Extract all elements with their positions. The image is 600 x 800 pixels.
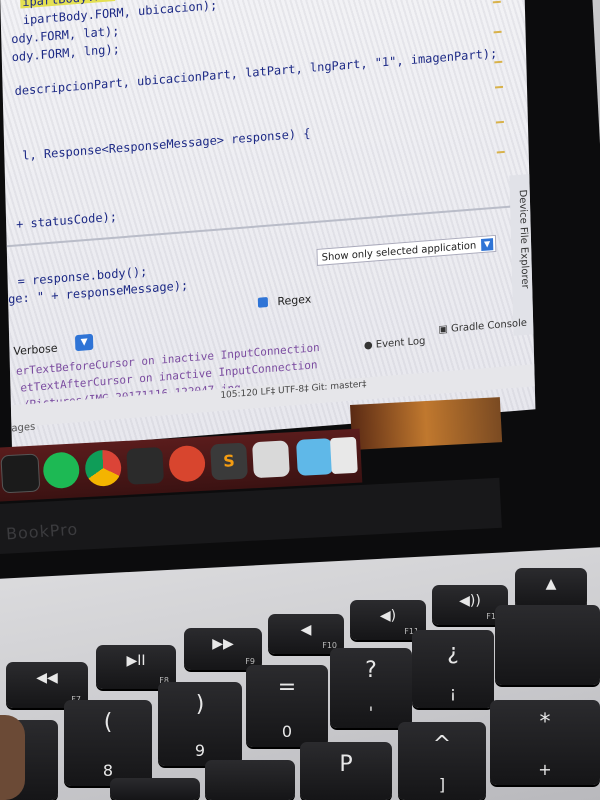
- event-log-tab[interactable]: ● Event Log: [364, 336, 426, 352]
- laptop-screen: ipartBody.FORM, descrip ipartBody.FORM, …: [0, 0, 536, 451]
- fast-forward-icon: ▶▶: [212, 636, 234, 652]
- code-line: + statusCode);: [15, 209, 118, 232]
- rewind-icon: ◀◀: [36, 670, 58, 686]
- editor-gutter-markers: [492, 0, 505, 162]
- eject-icon: ▲: [545, 576, 557, 592]
- hand: [0, 715, 25, 800]
- sublime-text-icon[interactable]: S: [210, 442, 248, 481]
- code-line: l, Response<ResponseMessage> response) {: [22, 126, 311, 163]
- p-key[interactable]: P: [300, 742, 392, 800]
- folder-icon[interactable]: [295, 438, 334, 476]
- o-key[interactable]: [205, 760, 295, 800]
- regex-label: Regex: [277, 292, 312, 309]
- checkbox-checked-icon: [257, 296, 269, 308]
- i-key[interactable]: [110, 778, 200, 800]
- event-log-label: Event Log: [375, 335, 426, 351]
- delete-key[interactable]: [495, 605, 600, 685]
- plus-key[interactable]: * +: [490, 700, 600, 785]
- nine-key[interactable]: ) 9: [158, 682, 242, 766]
- mute-icon: ◀: [300, 622, 312, 638]
- eject-key[interactable]: ▲: [515, 568, 587, 608]
- caret-key[interactable]: ^ ]: [398, 722, 486, 800]
- log-level-label: Verbose: [13, 341, 58, 359]
- terminal-icon[interactable]: [0, 453, 41, 494]
- regex-checkbox[interactable]: Regex: [257, 292, 312, 310]
- desktop-wallpaper: [350, 397, 503, 450]
- zero-key[interactable]: = 0: [246, 665, 328, 747]
- preview-icon[interactable]: [252, 440, 290, 479]
- chevron-down-icon: ▼: [481, 238, 494, 252]
- logcat-app-filter-value: Show only selected application: [321, 240, 477, 264]
- eight-key[interactable]: ( 8: [64, 700, 152, 786]
- exclamation-key[interactable]: ¿ ¡: [412, 630, 494, 708]
- log-level-select[interactable]: ▼: [74, 333, 94, 352]
- code-line: ody.FORM, lng);: [11, 41, 120, 65]
- apostrophe-key[interactable]: ? ': [330, 648, 412, 728]
- messages-tab-label[interactable]: ages: [11, 422, 35, 435]
- logcat-app-filter-select[interactable]: Show only selected application ▼: [316, 234, 497, 266]
- chrome-icon[interactable]: [84, 449, 123, 488]
- gradle-console-icon: ▣: [438, 323, 449, 336]
- instastats-icon[interactable]: [168, 444, 207, 483]
- spotify-icon[interactable]: [42, 451, 81, 490]
- event-log-icon: ●: [363, 339, 373, 352]
- f9-key[interactable]: ▶▶ F9: [184, 628, 262, 670]
- trash-icon[interactable]: [329, 436, 358, 475]
- volume-down-icon: ◀): [379, 608, 397, 624]
- visual-studio-code-icon[interactable]: [126, 446, 165, 485]
- play-pause-icon: ▶II: [126, 653, 146, 669]
